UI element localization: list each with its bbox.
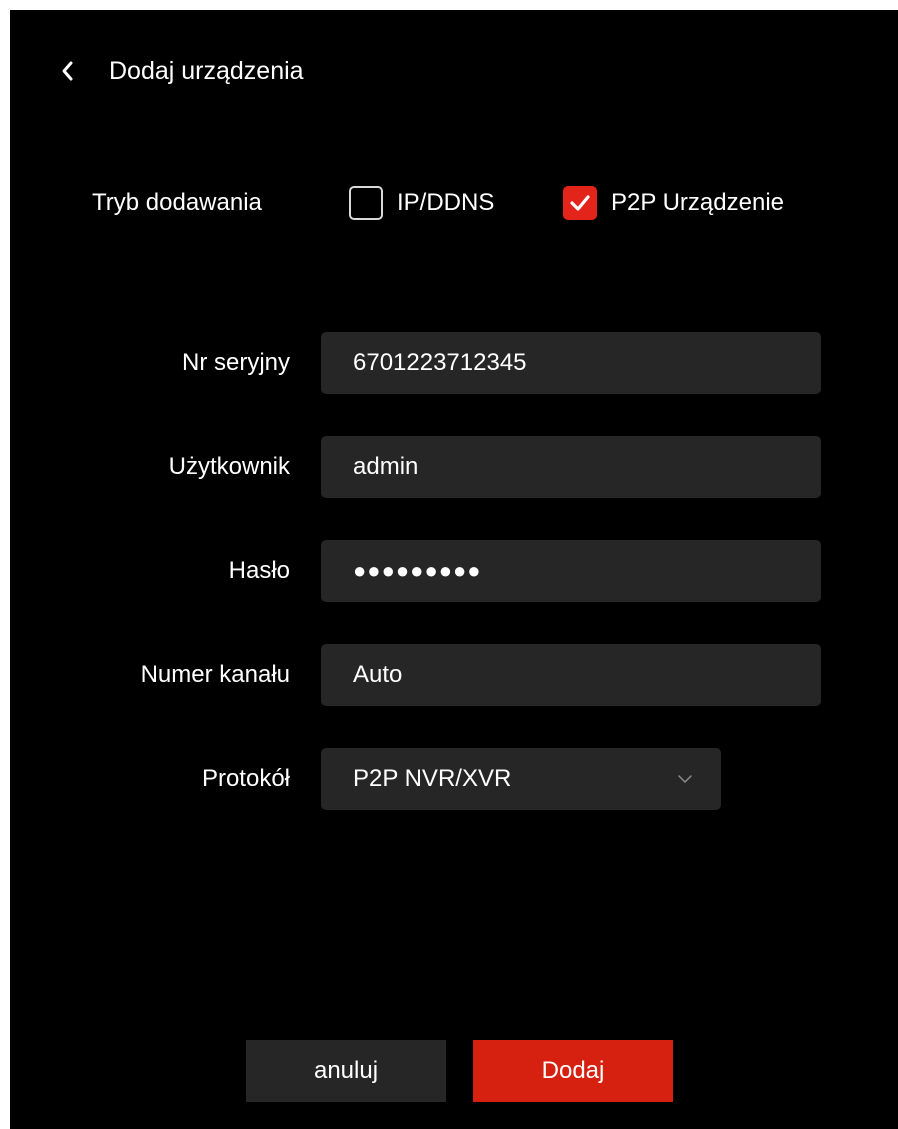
password-label: Hasło bbox=[228, 557, 290, 584]
protocol-select[interactable]: P2P NVR/XVR bbox=[321, 748, 721, 810]
mode-option-ip-ddns[interactable]: IP/DDNS bbox=[349, 186, 494, 220]
header: Dodaj urządzenia bbox=[10, 10, 898, 134]
channel-row: Numer kanału Auto bbox=[10, 644, 898, 706]
serial-label: Nr seryjny bbox=[181, 349, 290, 376]
channel-label: Numer kanału bbox=[140, 661, 290, 688]
password-row: Hasło ●●●●●●●●● bbox=[10, 540, 898, 602]
protocol-label: Protokół bbox=[201, 765, 290, 792]
back-button[interactable] bbox=[56, 56, 78, 86]
ip-ddns-label: IP/DDNS bbox=[397, 189, 495, 216]
ip-ddns-checkbox[interactable] bbox=[349, 186, 383, 220]
add-mode-row: Tryb dodawania IP/DDNS P2P Urządzenie bbox=[10, 182, 898, 224]
serial-row: Nr seryjny 6701223712345 bbox=[10, 332, 898, 394]
protocol-row: Protokół P2P NVR/XVR bbox=[10, 748, 898, 810]
chevron-left-icon bbox=[62, 61, 73, 81]
page-title: Dodaj urządzenia bbox=[109, 57, 304, 85]
p2p-device-checkbox[interactable] bbox=[563, 186, 597, 220]
protocol-selected-value: P2P NVR/XVR bbox=[353, 765, 512, 792]
chevron-down-icon bbox=[678, 775, 692, 783]
password-input[interactable]: ●●●●●●●●● bbox=[321, 540, 821, 602]
add-button[interactable]: Dodaj bbox=[473, 1040, 673, 1102]
username-input[interactable]: admin bbox=[321, 436, 821, 498]
mode-option-p2p-device[interactable]: P2P Urządzenie bbox=[563, 186, 784, 220]
cancel-button[interactable]: anuluj bbox=[246, 1040, 446, 1102]
add-mode-label: Tryb dodawania bbox=[92, 189, 262, 216]
checkmark-icon bbox=[570, 195, 590, 211]
add-device-panel: Dodaj urządzenia Tryb dodawania IP/DDNS … bbox=[10, 10, 898, 1129]
user-label: Użytkownik bbox=[168, 453, 290, 480]
p2p-device-label: P2P Urządzenie bbox=[611, 189, 784, 216]
channel-number-input[interactable]: Auto bbox=[321, 644, 821, 706]
serial-number-input[interactable]: 6701223712345 bbox=[321, 332, 821, 394]
user-row: Użytkownik admin bbox=[10, 436, 898, 498]
